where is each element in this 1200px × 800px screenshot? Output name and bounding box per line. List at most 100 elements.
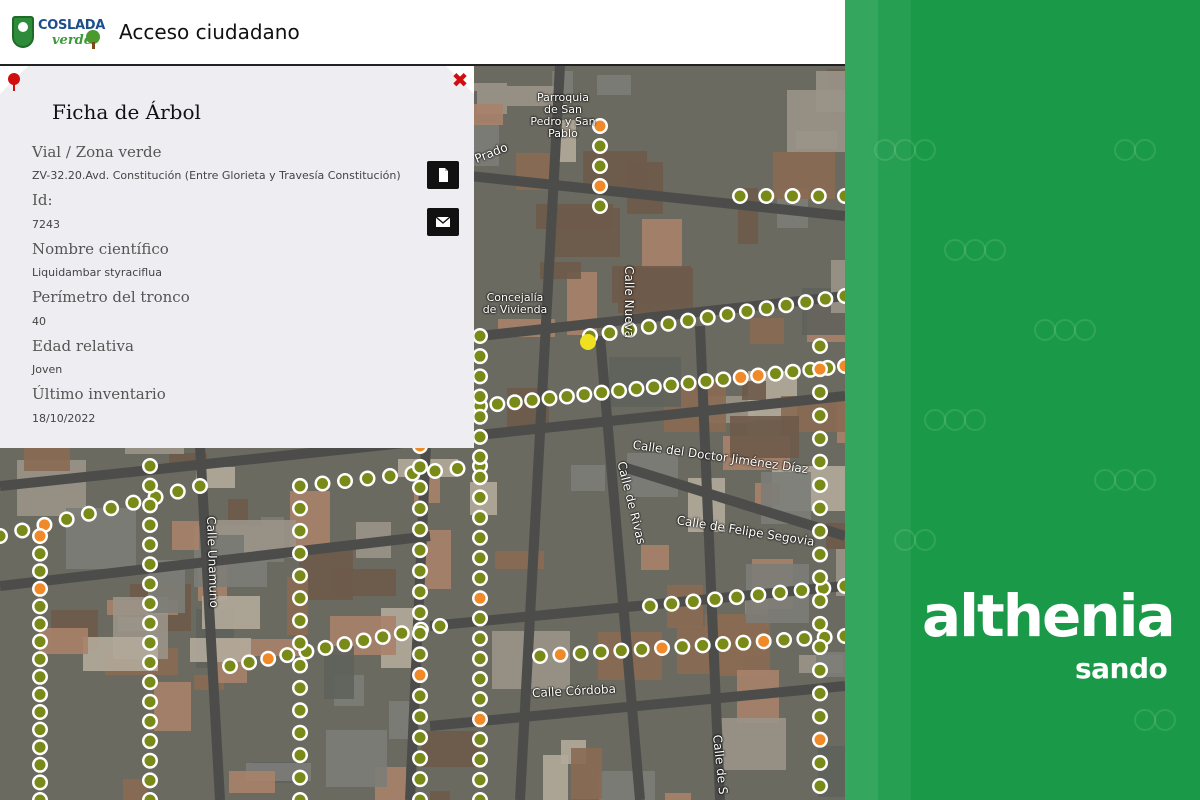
coslada-verde-logo[interactable]: COSLADA verde <box>12 16 105 52</box>
tree-marker <box>648 381 660 393</box>
document-icon <box>439 168 448 182</box>
coslada-crest-icon <box>12 16 34 48</box>
tree-marker <box>144 499 156 511</box>
tree-marker <box>144 598 156 610</box>
field-label-perimetro: Perímetro del tronco <box>32 288 190 306</box>
tree-marker <box>814 409 826 421</box>
tree-marker <box>144 578 156 590</box>
tree-marker <box>414 565 426 577</box>
map-building <box>599 771 655 800</box>
tree-marker <box>105 502 117 514</box>
tree-marker <box>474 451 486 463</box>
tree-marker <box>474 633 486 645</box>
tree-marker <box>294 749 306 761</box>
tree-marker <box>294 659 306 671</box>
map-building <box>216 520 244 535</box>
tree-marker <box>294 682 306 694</box>
tree-marker <box>697 639 709 651</box>
tree-marker <box>700 375 712 387</box>
tree-marker <box>144 460 156 472</box>
app-header: COSLADA verde Acceso ciudadano <box>0 0 845 66</box>
tree-marker <box>144 617 156 629</box>
brand-stripe <box>878 0 911 800</box>
tree-marker <box>34 636 46 648</box>
tree-marker <box>414 669 426 681</box>
field-label-edad: Edad relativa <box>32 337 134 355</box>
tree-marker <box>787 190 798 202</box>
tree-marker <box>34 706 46 718</box>
tree-marker <box>666 598 678 610</box>
tree-marker <box>474 733 486 745</box>
close-icon[interactable]: ✖ <box>450 70 470 90</box>
map-building <box>172 521 199 550</box>
map-building <box>190 638 251 662</box>
tree-marker <box>752 370 764 382</box>
tree-marker <box>760 190 772 202</box>
tree-marker <box>358 635 370 647</box>
althenia-logo-text: althenia <box>922 582 1176 650</box>
poi-label-parroquia: Parroquia de San Pedro y San Pablo <box>530 91 596 140</box>
tree-marker <box>474 653 486 665</box>
tree-marker <box>144 755 156 767</box>
tree-marker <box>34 530 46 542</box>
tree-marker <box>554 649 566 661</box>
tree-marker <box>294 637 306 649</box>
tree-marker <box>594 160 606 172</box>
tree-marker <box>594 140 606 152</box>
tree-marker <box>613 385 625 397</box>
document-button[interactable] <box>427 161 459 189</box>
tree-marker <box>34 653 46 665</box>
tree-marker <box>594 200 606 212</box>
tree-marker <box>814 757 826 769</box>
tree-marker <box>294 615 306 627</box>
tree-marker <box>224 660 236 672</box>
tree-marker <box>414 586 426 598</box>
tree-marker <box>474 572 486 584</box>
tree-marker <box>814 618 826 630</box>
tree-marker <box>414 648 426 660</box>
map-building <box>831 260 845 313</box>
tree-marker <box>294 772 306 784</box>
tree-marker <box>414 502 426 514</box>
tree-marker <box>798 633 810 645</box>
tree-marker <box>752 589 764 601</box>
tree-marker <box>636 643 648 655</box>
tree-marker <box>452 463 463 474</box>
tree-marker <box>339 638 351 650</box>
tree-marker <box>561 390 573 402</box>
tree-marker <box>814 734 826 746</box>
tree-marker <box>61 513 73 525</box>
tree-marker <box>317 478 328 489</box>
selected-tree-marker <box>580 334 596 350</box>
tree-marker <box>144 676 156 688</box>
field-value-edad: Joven <box>32 363 63 376</box>
tree-marker <box>575 647 587 659</box>
tree-marker <box>144 774 156 786</box>
tree-marker <box>687 596 699 608</box>
sando-logo-text: sando <box>1075 652 1168 685</box>
tree-marker <box>474 673 486 685</box>
tree-info-card: ✖ Ficha de Árbol Vial / Zona verde ZV-32… <box>0 66 474 448</box>
tree-marker <box>717 638 729 650</box>
tree-marker <box>281 649 293 661</box>
tree-marker <box>709 593 721 605</box>
tree-marker <box>127 497 139 509</box>
field-label-inventario: Último inventario <box>32 385 166 403</box>
brand-stripe <box>845 0 878 800</box>
tree-marker <box>761 302 773 314</box>
map-building <box>597 75 631 95</box>
tree-marker <box>474 431 486 443</box>
tree-marker <box>758 635 770 647</box>
tree-marker <box>34 600 46 612</box>
tree-marker <box>384 470 396 482</box>
tree-marker <box>683 377 695 389</box>
tree-marker <box>474 754 486 766</box>
tree-marker <box>414 690 426 702</box>
mail-button[interactable] <box>427 208 459 236</box>
tree-marker <box>243 656 255 668</box>
map-building <box>326 730 387 787</box>
tree-marker <box>294 570 306 582</box>
tree-marker <box>721 308 733 320</box>
tree-marker <box>735 371 747 383</box>
tree-marker <box>615 645 627 657</box>
